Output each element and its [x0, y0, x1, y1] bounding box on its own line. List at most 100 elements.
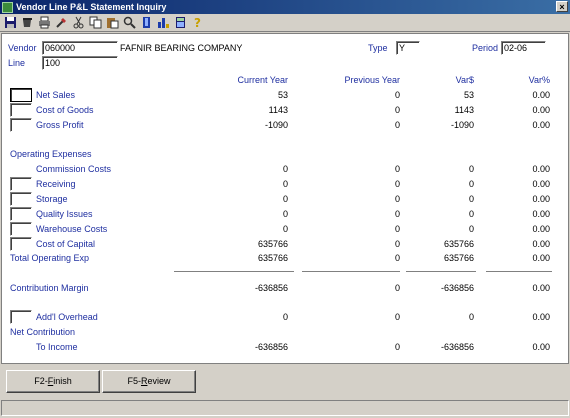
- cup-icon[interactable]: [20, 16, 34, 30]
- chart-icon[interactable]: [156, 16, 170, 30]
- receiving-checkbox[interactable]: [10, 177, 32, 191]
- storage-previous: 0: [394, 194, 400, 204]
- svg-text:?: ?: [194, 16, 201, 29]
- total-operating-exp-previous: 0: [394, 253, 400, 263]
- net-sales-previous: 0: [394, 90, 400, 100]
- print-icon[interactable]: [37, 16, 51, 30]
- warehouse-costs-var-percent: 0.00: [532, 224, 550, 234]
- warehouse-costs-current: 0: [282, 224, 288, 234]
- cost-of-goods-var-amount: 1143: [454, 105, 474, 115]
- finish-button-rest: inish: [53, 376, 72, 386]
- commission-costs-previous: 0: [394, 164, 400, 174]
- app-icon: [2, 1, 13, 13]
- quality-issues-current: 0: [282, 209, 288, 219]
- bookmark-icon[interactable]: [139, 16, 153, 30]
- gross-profit-checkbox[interactable]: [10, 118, 32, 132]
- review-button-prefix: F5-: [127, 376, 141, 386]
- button-bar: F2-Finish F5-Review: [1, 366, 569, 398]
- net-sales-checkbox[interactable]: [10, 88, 32, 102]
- copy-icon[interactable]: [88, 16, 102, 30]
- cut-icon[interactable]: [71, 16, 85, 30]
- to-income-var-percent: 0.00: [532, 342, 550, 352]
- warehouse-costs-checkbox[interactable]: [10, 222, 32, 236]
- cost-of-capital-current: 635766: [257, 239, 288, 249]
- contribution-margin-current: -636856: [254, 283, 288, 293]
- net-sales-var-percent: 0.00: [532, 90, 550, 100]
- separator-previous: [302, 271, 400, 273]
- line-field[interactable]: 100: [42, 56, 118, 70]
- storage-checkbox[interactable]: [10, 192, 32, 206]
- type-field[interactable]: Y: [396, 41, 420, 55]
- total-operating-exp-var-percent: 0.00: [532, 253, 550, 263]
- finish-button[interactable]: F2-Finish: [6, 370, 100, 393]
- status-bar: [1, 400, 569, 416]
- quality-issues-previous: 0: [394, 209, 400, 219]
- gross-profit-var-percent: 0.00: [532, 120, 550, 130]
- period-label: Period: [472, 43, 499, 53]
- vendor-field[interactable]: 060000: [42, 41, 118, 55]
- search-icon[interactable]: [122, 16, 136, 30]
- help-icon[interactable]: ?: [190, 16, 204, 30]
- main-panel: Vendor 060000 FAFNIR BEARING COMPANY Typ…: [1, 33, 569, 364]
- cost-of-capital-previous: 0: [394, 239, 400, 249]
- to-income-var-amount: -636856: [440, 342, 474, 352]
- receiving-var-percent: 0.00: [532, 179, 550, 189]
- review-button[interactable]: F5-Review: [102, 370, 196, 393]
- separator-var-percent: [486, 271, 552, 273]
- commission-costs-current: 0: [282, 164, 288, 174]
- cost-of-capital-var-amount: 635766: [443, 239, 474, 249]
- addl-overhead-var-percent: 0.00: [532, 312, 550, 322]
- col-current-year: Current Year: [237, 75, 288, 85]
- title-bar: Vendor Line P&L Statement Inquiry ×: [0, 0, 570, 14]
- to-income-previous: 0: [394, 342, 400, 352]
- toolbar: ?: [0, 14, 570, 32]
- cost-of-goods-label: Cost of Goods: [36, 105, 94, 115]
- gross-profit-previous: 0: [394, 120, 400, 130]
- finish-button-prefix: F2-: [34, 376, 48, 386]
- net-sales-var-amount: 53: [463, 90, 474, 100]
- net-contribution-label: Net Contribution: [10, 327, 76, 337]
- vendor-label: Vendor: [8, 43, 37, 53]
- cost-of-capital-checkbox[interactable]: [10, 237, 32, 251]
- warehouse-costs-label: Warehouse Costs: [36, 224, 108, 234]
- close-button[interactable]: ×: [556, 1, 568, 12]
- addl-overhead-checkbox[interactable]: [10, 310, 32, 324]
- calculator-icon[interactable]: [173, 16, 187, 30]
- vendor-name: FAFNIR BEARING COMPANY: [120, 43, 243, 53]
- net-sales-label: Net Sales: [36, 90, 76, 100]
- period-field[interactable]: 02-06: [501, 41, 546, 55]
- receiving-current: 0: [282, 179, 288, 189]
- to-income-label: To Income: [36, 342, 78, 352]
- total-operating-exp-var-amount: 635766: [443, 253, 474, 263]
- storage-current: 0: [282, 194, 288, 204]
- addl-overhead-var-amount: 0: [468, 312, 474, 322]
- quality-issues-checkbox[interactable]: [10, 207, 32, 221]
- gross-profit-label: Gross Profit: [36, 120, 84, 130]
- contribution-margin-var-percent: 0.00: [532, 283, 550, 293]
- operating-expenses-heading: Operating Expenses: [10, 149, 92, 159]
- gross-profit-var-amount: -1090: [450, 120, 474, 130]
- line-label: Line: [8, 58, 26, 68]
- review-button-rest: eview: [147, 376, 171, 386]
- quality-issues-label: Quality Issues: [36, 209, 93, 219]
- cost-of-goods-checkbox[interactable]: [10, 103, 32, 117]
- contribution-margin-var-amount: -636856: [440, 283, 474, 293]
- receiving-var-amount: 0: [468, 179, 474, 189]
- receiving-previous: 0: [394, 179, 400, 189]
- paste-icon[interactable]: [105, 16, 119, 30]
- window-title: Vendor Line P&L Statement Inquiry: [16, 2, 167, 12]
- tool-icon[interactable]: [54, 16, 68, 30]
- commission-costs-label: Commission Costs: [36, 164, 112, 174]
- addl-overhead-previous: 0: [394, 312, 400, 322]
- gross-profit-current: -1090: [264, 120, 288, 130]
- total-operating-exp-label: Total Operating Exp: [10, 253, 90, 263]
- storage-label: Storage: [36, 194, 68, 204]
- cost-of-capital-var-percent: 0.00: [532, 239, 550, 249]
- warehouse-costs-previous: 0: [394, 224, 400, 234]
- net-sales-current: 53: [277, 90, 288, 100]
- save-icon[interactable]: [3, 16, 17, 30]
- storage-var-amount: 0: [468, 194, 474, 204]
- addl-overhead-label: Add'l Overhead: [36, 312, 98, 322]
- separator-current: [174, 271, 294, 273]
- quality-issues-var-percent: 0.00: [532, 209, 550, 219]
